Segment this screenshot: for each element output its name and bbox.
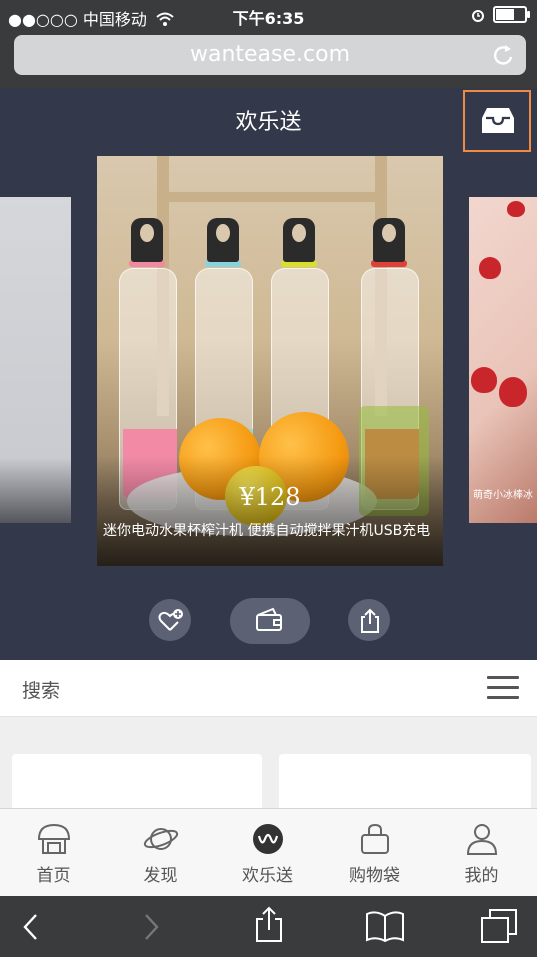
wallet-icon [256, 607, 282, 631]
back-icon[interactable] [20, 912, 42, 942]
battery-icon [493, 6, 530, 23]
share-icon [361, 608, 379, 633]
share-button[interactable] [348, 599, 390, 641]
alarm-icon [472, 9, 484, 22]
tab-label: 我的 [464, 866, 499, 886]
bag-icon [361, 823, 389, 854]
planet-icon [143, 828, 179, 850]
browser-chrome: wantease.com [0, 30, 537, 88]
tab-discover[interactable]: 发现 [107, 809, 214, 897]
tab-bar: 首页 发现 欢乐送 购物袋 我的 [0, 808, 537, 897]
page-title: 欢乐送 [235, 110, 302, 135]
next-product-title: 萌奇小冰棒冰 [473, 490, 533, 501]
address-bar[interactable]: wantease.com [14, 35, 526, 75]
heart-plus-icon [158, 609, 183, 631]
status-bar: ●●○○○ 中国移动 下午6:35 [0, 0, 537, 30]
share-icon[interactable] [254, 906, 284, 944]
product-card[interactable]: ¥128 迷你电动水果杯榨汁机 便携自动搅拌果汁机USB充电 [97, 156, 443, 566]
url-text: wantease.com [189, 42, 351, 67]
search-label[interactable]: 搜索 [22, 676, 60, 703]
tab-label: 发现 [143, 866, 178, 886]
menu-icon[interactable] [487, 676, 519, 706]
search-bar[interactable]: 搜索 [0, 660, 537, 717]
product-title: 迷你电动水果杯榨汁机 便携自动搅拌果汁机USB充电 [103, 523, 431, 539]
forward-icon[interactable] [140, 912, 162, 942]
logo-icon [253, 824, 283, 854]
carousel-card-next[interactable]: 萌奇小冰棒冰 [469, 197, 537, 523]
tab-label: 首页 [36, 866, 71, 886]
tab-home[interactable]: 首页 [0, 809, 107, 897]
home-icon [37, 823, 71, 854]
wallet-button[interactable] [230, 598, 310, 644]
reload-icon[interactable] [490, 42, 516, 68]
book-icon[interactable] [364, 910, 406, 942]
user-icon [466, 824, 498, 855]
tab-shopping-bag[interactable]: 购物袋 [321, 809, 428, 897]
inbox-icon [482, 108, 514, 133]
tab-mine[interactable]: 我的 [428, 809, 535, 897]
product-price: ¥128 [239, 483, 301, 511]
like-button[interactable] [149, 599, 191, 641]
status-right [471, 6, 530, 23]
inbox-button[interactable] [463, 90, 531, 152]
browser-toolbar [0, 896, 537, 957]
tab-label: 购物袋 [349, 866, 400, 886]
tab-huanlesong[interactable]: 欢乐送 [214, 809, 321, 897]
tab-label: 欢乐送 [242, 866, 293, 886]
status-time: 下午6:35 [232, 9, 305, 28]
tabs-icon[interactable] [480, 908, 518, 944]
carousel-card-previous[interactable] [0, 197, 71, 523]
